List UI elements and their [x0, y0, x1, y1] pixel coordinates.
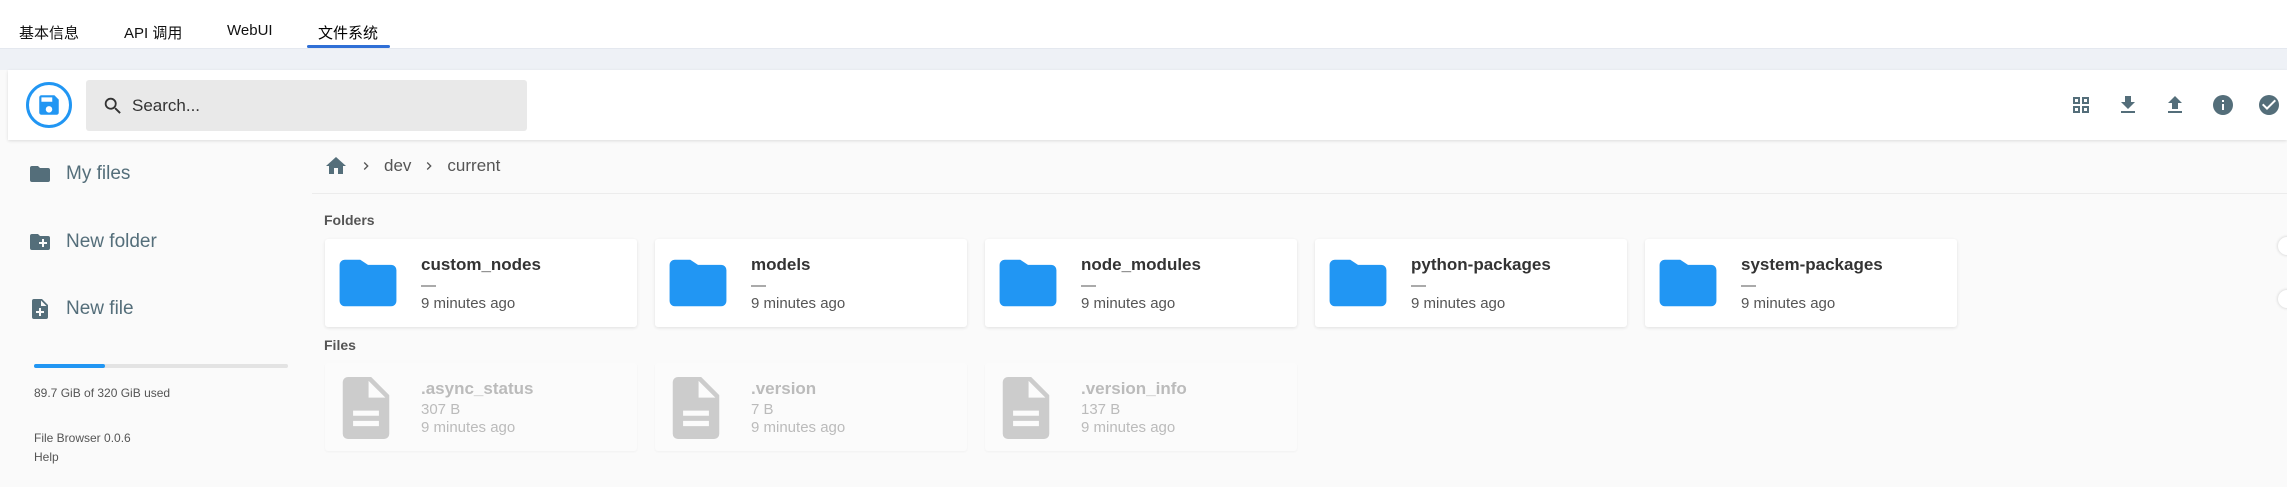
- item-size: —: [421, 277, 436, 294]
- storage-usage-fill: [34, 364, 106, 368]
- info-button[interactable]: [2210, 92, 2236, 118]
- item-name: python-packages: [1411, 255, 1551, 274]
- grid-view-button[interactable]: [2068, 92, 2094, 118]
- download-button[interactable]: [2115, 92, 2141, 118]
- item-size: 7 B: [751, 401, 774, 418]
- divider: [312, 193, 2287, 194]
- grid-view-icon: [2073, 97, 2089, 113]
- folder-icon: [1329, 259, 1387, 307]
- item-modified: 9 minutes ago: [751, 419, 846, 436]
- item-name: node_modules: [1081, 255, 1201, 274]
- side-panel-handle[interactable]: [2278, 290, 2287, 308]
- folder-icon: [1659, 259, 1717, 307]
- folder-item[interactable]: node_modules — 9 minutes ago: [985, 239, 1297, 327]
- item-name: system-packages: [1741, 255, 1883, 274]
- item-size: —: [1411, 277, 1426, 294]
- folder-icon: [30, 166, 50, 182]
- search-icon: [104, 97, 121, 114]
- select-all-icon: [2259, 95, 2279, 115]
- folder-item[interactable]: custom_nodes — 9 minutes ago: [325, 239, 637, 327]
- create-folder-icon: [30, 234, 50, 250]
- sidebar-item-my-files[interactable]: My files: [28, 154, 130, 194]
- file-item[interactable]: .version 7 B 9 minutes ago: [655, 363, 967, 451]
- note-add-icon: [32, 299, 48, 319]
- tab-webui[interactable]: WebUI: [227, 22, 273, 39]
- file-item[interactable]: .async_status 307 B 9 minutes ago: [325, 363, 637, 451]
- breadcrumb: dev current: [324, 152, 500, 180]
- item-size: —: [1741, 277, 1756, 294]
- folder-icon: [339, 259, 397, 307]
- header-band: [0, 49, 2287, 70]
- files-heading: Files: [324, 337, 356, 353]
- storage-usage-text: 89.7 GiB of 320 GiB used: [34, 386, 171, 400]
- item-name: .version: [751, 379, 817, 398]
- storage-usage-bar: [34, 364, 288, 368]
- folder-item[interactable]: python-packages — 9 minutes ago: [1315, 239, 1627, 327]
- file-browser-header: [8, 70, 2287, 140]
- home-icon[interactable]: [324, 154, 348, 178]
- help-link[interactable]: Help: [34, 450, 59, 464]
- sidebar: My files New folder New file 89.7 GiB of…: [8, 140, 308, 487]
- download-icon: [2121, 96, 2135, 113]
- item-size: 137 B: [1081, 401, 1121, 418]
- select-all-button[interactable]: [2256, 92, 2282, 118]
- item-size: 307 B: [421, 401, 461, 418]
- file-item[interactable]: .version_info 137 B 9 minutes ago: [985, 363, 1297, 451]
- sidebar-item-label: New file: [66, 298, 134, 319]
- file-icon: [1002, 377, 1050, 439]
- sidebar-item-new-folder[interactable]: New folder: [28, 222, 157, 262]
- upload-icon: [2168, 96, 2182, 113]
- floppy-disk-icon: [39, 95, 59, 115]
- item-modified: 9 minutes ago: [1081, 419, 1176, 436]
- logo[interactable]: [26, 82, 72, 128]
- top-tab-bar: 基本信息 API 调用 WebUI 文件系统: [0, 0, 2287, 49]
- folder-item[interactable]: models — 9 minutes ago: [655, 239, 967, 327]
- folder-item[interactable]: system-packages — 9 minutes ago: [1645, 239, 1957, 327]
- file-icon: [342, 377, 390, 439]
- item-modified: 9 minutes ago: [1411, 295, 1506, 312]
- item-modified: 9 minutes ago: [421, 295, 516, 312]
- sidebar-item-new-file[interactable]: New file: [28, 289, 134, 329]
- sidebar-item-label: New folder: [66, 231, 157, 252]
- side-panel-handle[interactable]: [2278, 237, 2287, 255]
- upload-button[interactable]: [2162, 92, 2188, 118]
- tab-basic-info[interactable]: 基本信息: [19, 22, 79, 43]
- item-size: —: [751, 277, 766, 294]
- item-modified: 9 minutes ago: [1081, 295, 1176, 312]
- item-name: custom_nodes: [421, 255, 541, 274]
- item-name: models: [751, 255, 811, 274]
- item-modified: 9 minutes ago: [1741, 295, 1836, 312]
- sidebar-item-label: My files: [66, 163, 131, 184]
- chevron-right-icon: [427, 162, 433, 170]
- tab-file-system[interactable]: 文件系统: [318, 22, 378, 43]
- version-text: File Browser 0.0.6: [34, 431, 131, 445]
- chevron-right-icon: [363, 162, 369, 170]
- item-modified: 9 minutes ago: [751, 295, 846, 312]
- item-size: —: [1081, 277, 1096, 294]
- folder-icon: [999, 259, 1057, 307]
- file-icon: [672, 377, 720, 439]
- folder-icon: [669, 259, 727, 307]
- tab-api[interactable]: API 调用: [124, 22, 182, 43]
- breadcrumb-current[interactable]: current: [447, 156, 500, 176]
- info-icon: [2213, 95, 2233, 115]
- search-input[interactable]: [132, 80, 512, 131]
- active-tab-indicator: [307, 45, 390, 48]
- item-modified: 9 minutes ago: [421, 419, 516, 436]
- folders-heading: Folders: [324, 212, 375, 228]
- item-name: .async_status: [421, 379, 534, 398]
- search-box[interactable]: [86, 80, 527, 131]
- breadcrumb-dev[interactable]: dev: [384, 156, 411, 176]
- item-name: .version_info: [1081, 379, 1187, 398]
